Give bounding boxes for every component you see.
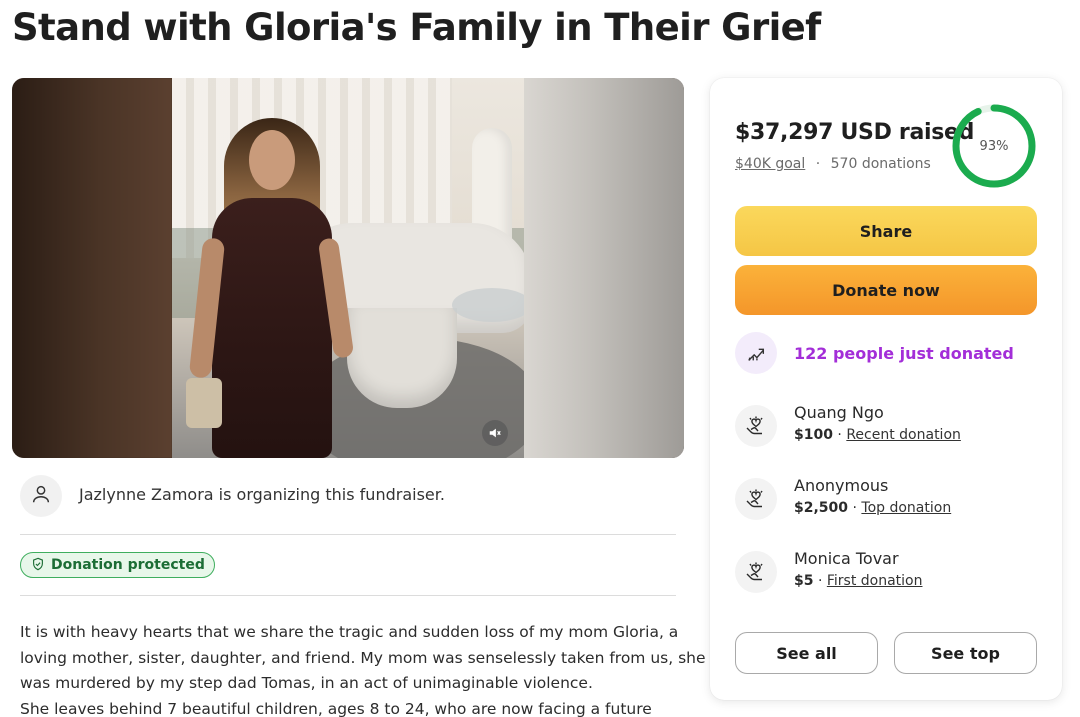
donor-name: Anonymous <box>794 476 889 495</box>
separator: · <box>815 156 821 172</box>
separator: · <box>852 500 857 516</box>
donor-item: Quang Ngo $100 · Recent donation <box>735 403 1035 453</box>
organizer-text: Jazlynne Zamora is organizing this fundr… <box>79 485 445 504</box>
donor-name: Monica Tovar <box>794 549 899 568</box>
share-button[interactable]: Share <box>735 206 1037 256</box>
media-photo <box>172 78 524 458</box>
donation-tag-link[interactable]: Recent donation <box>846 427 961 443</box>
user-icon <box>30 483 52 509</box>
progress-percent: 93% <box>979 138 1009 154</box>
donation-amount: $5 <box>794 573 814 589</box>
donation-card: $37,297 USD raised $40K goal · 570 donat… <box>710 78 1062 700</box>
divider <box>20 534 676 535</box>
story-line: She leaves behind 7 beautiful children, … <box>20 699 652 717</box>
story-line: was murdered by my step dad Tomas, in an… <box>20 674 593 692</box>
goal-summary: $40K goal · 570 donations <box>735 156 931 172</box>
badge-label: Donation protected <box>51 557 205 573</box>
donation-count: 570 donations <box>830 156 931 172</box>
donate-now-button[interactable]: Donate now <box>735 265 1037 315</box>
donor-meta: $2,500 · Top donation <box>794 500 951 516</box>
amount-raised: $37,297 USD raised <box>735 120 975 145</box>
activity-text: 122 people just donated <box>794 344 1014 363</box>
heart-hand-icon <box>735 405 777 447</box>
shield-check-icon <box>31 556 45 575</box>
story-text: It is with heavy hearts that we share th… <box>20 620 706 717</box>
media-blur-right <box>524 78 684 458</box>
donation-tag-link[interactable]: First donation <box>827 573 923 589</box>
speaker-muted-icon[interactable] <box>482 420 508 446</box>
donation-amount: $100 <box>794 427 833 443</box>
heart-hand-icon <box>735 551 777 593</box>
fundraiser-media[interactable] <box>12 78 684 458</box>
media-blur-left <box>12 78 172 458</box>
separator: · <box>817 573 823 589</box>
donation-amount: $2,500 <box>794 500 849 516</box>
donor-name: Quang Ngo <box>794 403 884 422</box>
donation-tag-link[interactable]: Top donation <box>861 500 951 516</box>
donor-item: Anonymous $2,500 · Top donation <box>735 476 1035 526</box>
goal-link[interactable]: $40K goal <box>735 156 805 172</box>
donor-meta: $100 · Recent donation <box>794 427 961 443</box>
page-title: Stand with Gloria's Family in Their Grie… <box>12 6 821 49</box>
donation-protected-badge[interactable]: Donation protected <box>20 552 215 578</box>
divider <box>20 595 676 596</box>
story-line: loving mother, sister, daughter, and fri… <box>20 648 706 667</box>
donor-meta: $5 · First donation <box>794 573 922 589</box>
trending-up-icon <box>735 332 777 374</box>
donor-item: Monica Tovar $5 · First donation <box>735 549 1035 599</box>
organizer-avatar <box>20 475 62 517</box>
story-line: It is with heavy hearts that we share th… <box>20 623 679 641</box>
see-all-button[interactable]: See all <box>735 632 878 674</box>
heart-hand-icon <box>735 478 777 520</box>
separator: · <box>837 427 842 443</box>
see-top-button[interactable]: See top <box>894 632 1037 674</box>
